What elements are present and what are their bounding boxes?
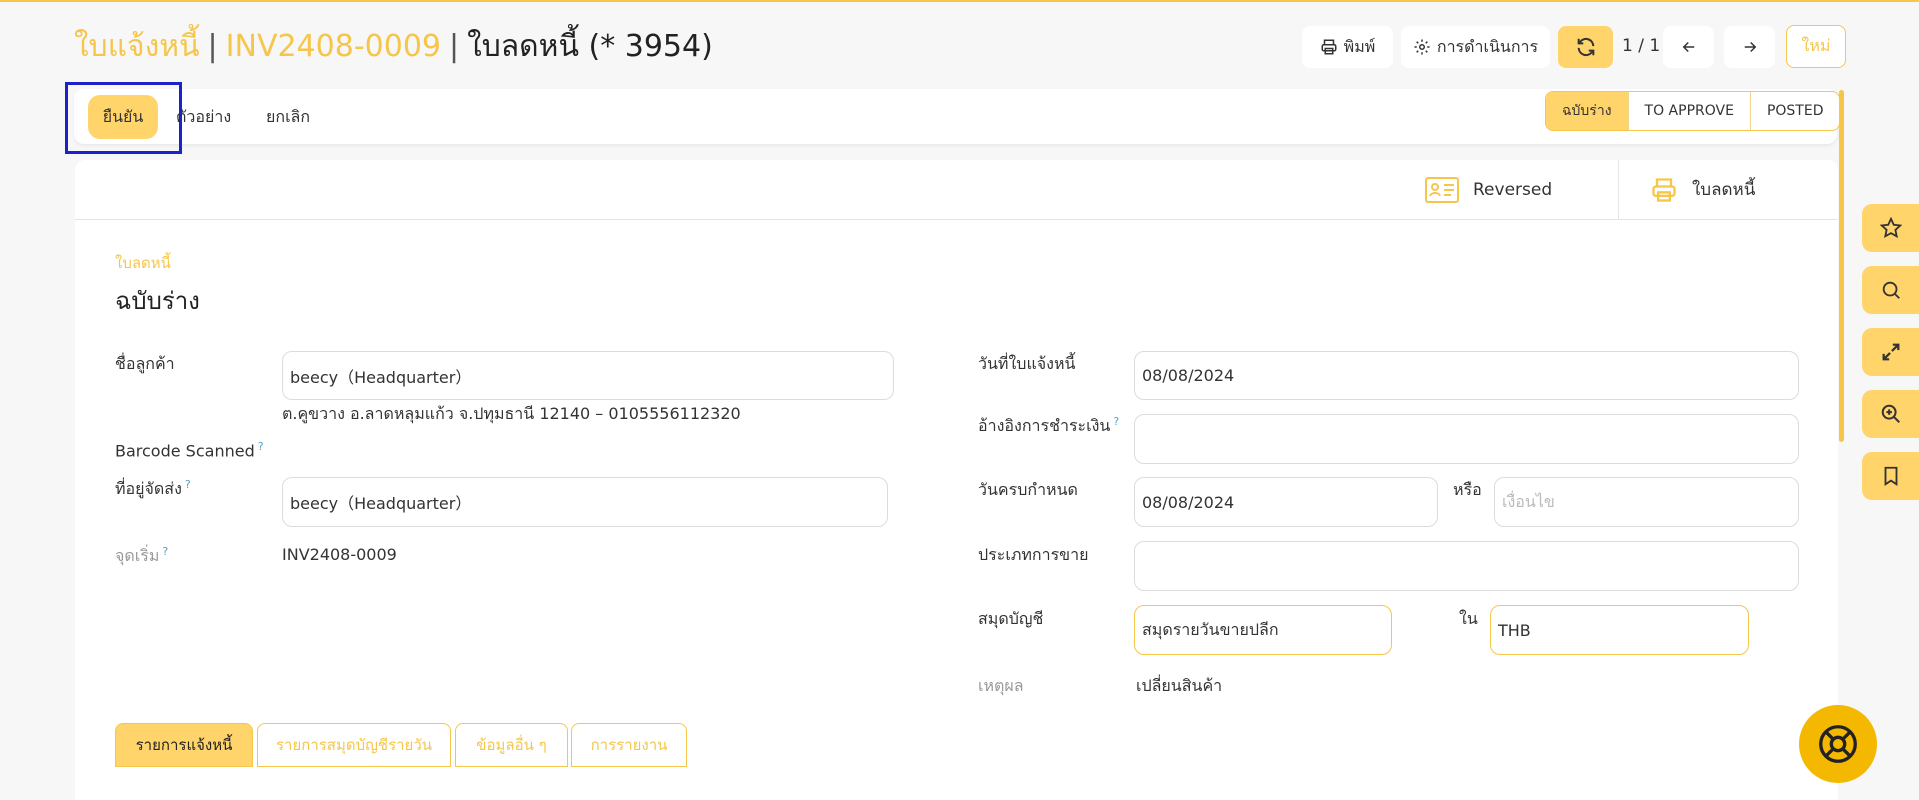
document-state-title: ฉบับร่าง [115, 287, 200, 315]
help-button[interactable] [1799, 705, 1877, 783]
customer-address: ต.คูขวาง อ.ลาดหลุมแก้ว จ.ปทุมธานี 12140 … [282, 404, 741, 423]
status-posted[interactable]: POSTED [1749, 92, 1840, 130]
customer-label: ชื่อลูกค้า [115, 354, 175, 373]
tab-invoice-lines[interactable]: รายการแจ้งหนี้ [115, 723, 253, 767]
smart-button-divider [1618, 160, 1619, 220]
journal-field[interactable]: สมุดรายวันขายปลีก [1134, 605, 1392, 655]
currency-field[interactable]: THB [1490, 605, 1749, 655]
lifebuoy-icon [1815, 721, 1861, 767]
help-icon[interactable]: ? [162, 545, 168, 558]
reason-value: เปลี่ยนสินค้า [1136, 676, 1223, 695]
arrow-left-icon [1680, 38, 1698, 56]
document-type-label: ใบลดหนี้ [115, 254, 171, 272]
search-button[interactable] [1862, 266, 1919, 314]
actions-label: การดำเนินการ [1436, 38, 1539, 56]
cancel-button[interactable]: ยกเลิก [266, 95, 310, 139]
print-button[interactable]: พิมพ์ [1302, 26, 1393, 68]
origin-value: INV2408-0009 [282, 545, 397, 564]
printer-icon [1320, 38, 1338, 56]
status-draft[interactable]: ฉบับร่าง [1546, 92, 1628, 130]
journal-label: สมุดบัญชี [978, 609, 1044, 628]
due-date-field[interactable]: 08/08/2024 [1134, 477, 1438, 527]
credit-note-smart-button[interactable]: ใบลดหนี้ [1650, 160, 1755, 219]
payment-terms-field[interactable]: เงื่อนไข [1494, 477, 1799, 527]
actions-button[interactable]: การดำเนินการ [1401, 26, 1550, 68]
delivery-address-field[interactable]: beecy（Headquarter） [282, 477, 888, 527]
help-icon[interactable]: ? [258, 440, 264, 453]
top-accent-line [0, 0, 1919, 2]
invoice-date-field[interactable]: 08/08/2024 [1134, 351, 1799, 400]
refresh-icon [1575, 36, 1597, 58]
payment-reference-label: อ้างอิงการชำระเงิน? [978, 414, 1119, 439]
smart-bar-divider [75, 219, 1838, 220]
sale-type-label: ประเภทการขาย [978, 545, 1089, 564]
bookmark-icon [1880, 465, 1902, 487]
delivery-address-label-text: ที่อยู่จัดส่ง [115, 479, 182, 498]
zoom-in-icon [1880, 403, 1902, 425]
tab-other-info[interactable]: ข้อมูลอื่น ๆ [455, 723, 568, 767]
expand-icon [1880, 341, 1902, 363]
id-card-icon [1425, 175, 1459, 205]
status-to-approve[interactable]: TO APPROVE [1627, 92, 1750, 130]
sale-type-field[interactable] [1134, 541, 1799, 591]
tab-journal-items[interactable]: รายการสมุดบัญชีรายวัน [257, 723, 451, 767]
breadcrumb: ใบแจ้งหนี้ | INV2408-0009 | ใบลดหนี้ (* … [74, 22, 713, 70]
invoice-date-label: วันที่ใบแจ้งหนี้ [978, 354, 1076, 373]
search-icon [1880, 279, 1902, 301]
pager-counter[interactable]: 1 / 1 [1622, 36, 1660, 56]
barcode-label-text: Barcode Scanned [115, 441, 255, 461]
reversed-smart-button[interactable]: Reversed [1425, 160, 1552, 219]
zoom-button[interactable] [1862, 390, 1919, 438]
page-title: ใบลดหนี้ (* 3954) [467, 28, 713, 64]
expand-button[interactable] [1862, 328, 1919, 376]
preview-button[interactable]: ตัวอย่าง [176, 95, 231, 139]
payment-reference-field[interactable] [1134, 414, 1799, 464]
print-label: พิมพ์ [1343, 38, 1376, 56]
payment-reference-label-text: อ้างอิงการชำระเงิน [978, 416, 1111, 435]
breadcrumb-invoices[interactable]: ใบแจ้งหนี้ [74, 23, 200, 70]
new-button[interactable]: ใหม่ [1786, 25, 1846, 68]
breadcrumb-invoice-number[interactable]: INV2408-0009 [226, 29, 441, 64]
next-record-button[interactable] [1724, 26, 1775, 68]
barcode-label: Barcode Scanned? [115, 440, 264, 460]
origin-label-text: จุดเริ่ม [115, 546, 160, 565]
credit-note-label: ใบลดหนี้ [1692, 180, 1756, 200]
help-icon[interactable]: ? [1113, 415, 1119, 428]
or-label: หรือ [1453, 480, 1482, 499]
origin-label: จุดเริ่ม? [115, 544, 168, 569]
star-icon [1879, 217, 1902, 239]
due-date-label: วันครบกำหนด [978, 480, 1078, 499]
delivery-address-label: ที่อยู่จัดส่ง? [115, 477, 191, 502]
favorite-button[interactable] [1862, 204, 1919, 252]
confirm-button[interactable]: ยืนยัน [88, 95, 158, 139]
refresh-button[interactable] [1558, 26, 1613, 68]
previous-record-button[interactable] [1663, 26, 1714, 68]
gear-icon [1413, 38, 1431, 56]
tab-reporting[interactable]: การรายงาน [571, 723, 687, 767]
arrow-right-icon [1741, 38, 1759, 56]
reason-label: เหตุผล [978, 676, 1024, 695]
bookmark-button[interactable] [1862, 452, 1919, 500]
printer-icon [1650, 176, 1678, 204]
breadcrumb-separator: | [449, 28, 460, 64]
help-icon[interactable]: ? [185, 478, 191, 491]
breadcrumb-separator: | [207, 28, 218, 64]
reversed-label: Reversed [1473, 179, 1553, 200]
in-label: ใน [1459, 609, 1478, 628]
status-bar: ฉบับร่าง TO APPROVE POSTED [1545, 91, 1841, 131]
scrollbar[interactable] [1839, 90, 1844, 442]
customer-field[interactable]: beecy（Headquarter） [282, 351, 894, 400]
